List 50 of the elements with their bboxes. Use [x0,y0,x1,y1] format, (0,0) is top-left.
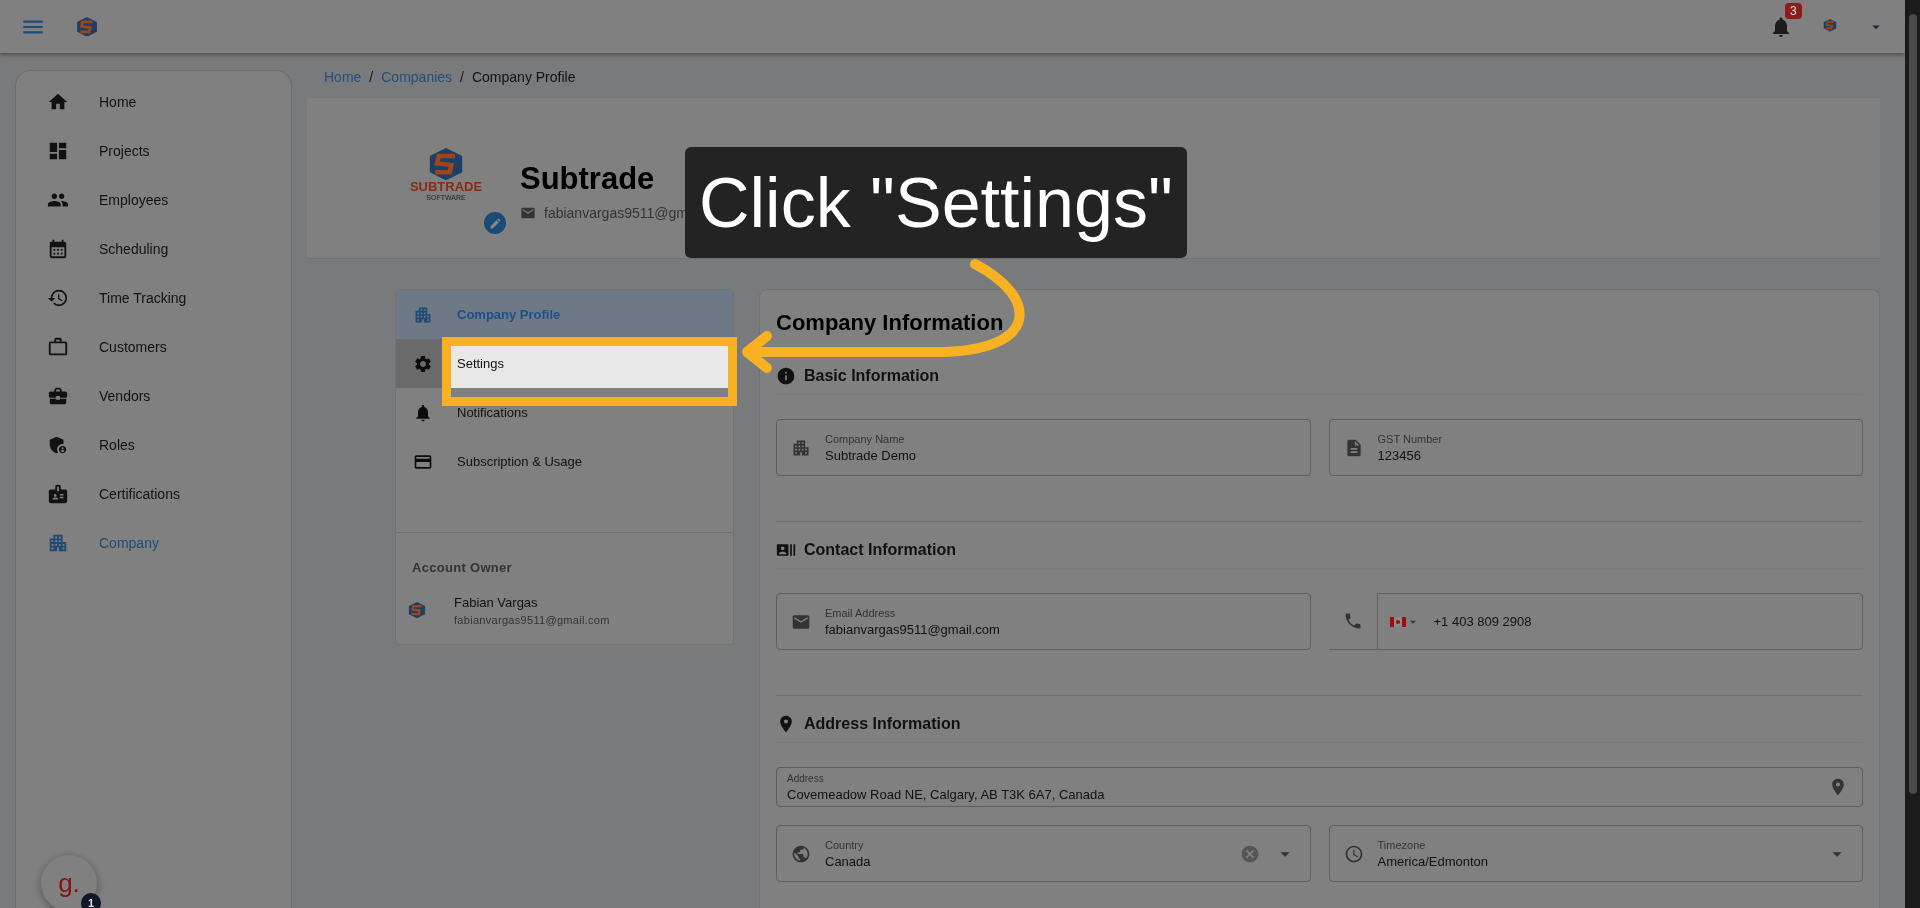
input-field[interactable]: GST Number 123456 [1328,419,1863,476]
select-field[interactable]: Timezone America/Edmonton [1328,825,1863,882]
sidebar-item[interactable]: Projects [16,126,291,175]
sidebar-item[interactable]: Roles [16,420,291,469]
section-heading: Basic Information [804,367,940,385]
clear-icon[interactable] [1239,843,1260,864]
logo-icon [1823,18,1837,32]
field-icon [1343,843,1364,864]
logo-icon [428,147,464,181]
section-heading: Address Information [804,715,961,733]
field-icon [791,843,811,864]
pencil-icon[interactable] [488,216,502,230]
sidebar-icon [47,237,69,260]
input-field[interactable]: Email Address fabianvargas9511@gmail.com [776,593,1311,650]
section-heading: Contact Information [804,541,956,559]
scrollbar[interactable] [1905,0,1920,908]
logo-icon [76,16,98,37]
section-icon [776,366,796,386]
sidebar-item[interactable]: Time Tracking [16,273,291,322]
flag-icon[interactable] [1389,616,1406,627]
count-badge: 1 [81,893,101,908]
edit-button[interactable] [484,212,506,235]
breadcrumb-separator: / [460,69,464,85]
sidebar-icon [47,335,69,358]
owner-email: fabianvargas9511@gmail.com [454,614,610,626]
address-field[interactable]: Address Covemeadow Road NE, Calgary, AB T3K 6A7, Canada [776,767,1863,807]
company-email: fabianvargas9511@gm [544,205,688,221]
section-heading: Account Owner [411,559,513,575]
notification-badge: 3 [1785,2,1802,19]
company-name: Subtrade [520,161,656,197]
phone-field[interactable]: +1 403 809 2908 [1376,593,1863,650]
sidebar-item[interactable]: Scheduling [16,224,291,273]
sidebar-item[interactable]: Certifications [16,469,291,518]
sidebar-item[interactable]: Customers [16,322,291,371]
sidebar-icon [47,482,69,505]
menu-item[interactable]: Subscription & Usage [396,437,733,486]
sidebar-item[interactable]: Home [16,77,291,126]
tutorial-tooltip: Click "Settings" [685,147,1187,258]
sidebar-item[interactable]: Vendors [16,371,291,420]
select-field[interactable]: Country Canada [776,825,1311,882]
current-page-crumb[interactable]: Company Profile [471,69,576,85]
menu-icon [412,353,433,374]
card-title: Company Information [776,310,1005,336]
email-icon [520,205,536,221]
menu-item[interactable]: Notifications [396,388,733,437]
sidebar-item[interactable]: Employees [16,175,291,224]
owner-name: Fabian Vargas [454,595,539,610]
breadcrumb-separator: / [369,69,374,85]
logo-icon [408,602,426,619]
input-field[interactable]: Company Name Subtrade Demo [776,419,1311,476]
